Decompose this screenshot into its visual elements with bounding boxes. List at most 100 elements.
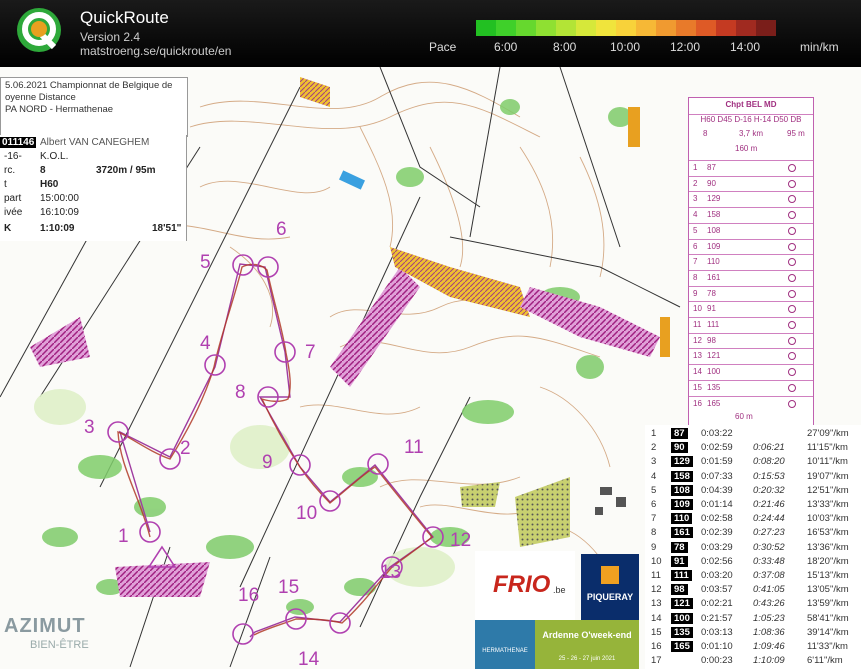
control-number-label: 10: [296, 503, 318, 524]
split-times-table: 1 87 0:03:22 27'09"/km 2 90 0:02:59 0:06:21 11'1…: [645, 425, 861, 669]
split-n: 13: [651, 598, 662, 610]
ad-frio-suffix: .be: [553, 585, 566, 595]
ad-hermathenae-text: HERMATHENAE: [482, 648, 528, 654]
split-row: 11 111 0:03:20 0:37:08 15'13"/km: [645, 569, 861, 585]
control-number-label: 7: [305, 342, 316, 363]
pace-color-segment: [696, 20, 716, 36]
pace-label: Pace: [429, 40, 457, 54]
split-pace: 13'36"/km: [807, 541, 849, 553]
cdesc-row-code: 158: [707, 210, 721, 220]
pace-color-segment: [676, 20, 696, 36]
split-code: 91: [671, 555, 688, 567]
split-pace: 19'07"/km: [807, 470, 849, 482]
pace-tick: 12:00: [670, 40, 701, 54]
cdesc-row: 6 109: [689, 238, 813, 256]
split-code: 158: [671, 470, 693, 482]
event-line-3: PA NORD - Hermathenae: [5, 104, 114, 115]
runner-club: K.O.L.: [40, 151, 69, 162]
split-row: 7 110 0:02:58 0:24:44 10'03"/km: [645, 512, 861, 528]
cdesc-row-code: 121: [707, 351, 721, 361]
control-number-label: 12: [450, 530, 472, 551]
split-code: 78: [671, 541, 688, 553]
split-leg: 0:03:22: [701, 428, 733, 439]
app-url[interactable]: matstroeng.se/quickroute/en: [80, 44, 231, 58]
cdesc-row-number: 16: [693, 398, 702, 408]
split-row: 6 109 0:01:14 0:21:46 13'33"/km: [645, 498, 861, 514]
control-number-label: 5: [200, 252, 211, 273]
orienteering-map[interactable]: 1 2 3 4 5 6 7 8 9 10 11 12 13 14 15 16 5.06.2021 Champi…: [0, 67, 861, 669]
runner-row-label: t: [4, 179, 7, 190]
split-n: 4: [651, 470, 657, 482]
split-row: 3 129 0:01:59 0:08:20 10'11"/km: [645, 455, 861, 471]
runner-row-label: part: [4, 193, 22, 204]
split-leg: 0:03:13: [701, 626, 733, 638]
split-leg: 0:02:59: [701, 442, 733, 454]
split-leg: 0:01:10: [701, 641, 733, 652]
split-n: 15: [651, 626, 662, 638]
cdesc-row: 1 87: [689, 160, 813, 177]
control-number-label: 6: [276, 219, 287, 240]
split-pace: 11'33"/km: [807, 641, 848, 652]
split-pace: 16'53"/km: [807, 527, 849, 539]
pace-color-segment: [756, 20, 776, 36]
cdesc-row: 3 129: [689, 191, 813, 208]
cdesc-climb: 95 m: [787, 129, 805, 138]
cdesc-row-number: 2: [693, 178, 698, 188]
control-number-label: 2: [180, 438, 191, 459]
split-row: 13 121 0:02:21 0:43:26 13'59"/km: [645, 597, 861, 613]
split-cum: 0:08:20: [753, 456, 785, 468]
runner-name: Albert VAN CANEGHEM: [40, 137, 150, 148]
split-n: 17: [651, 655, 662, 667]
runner-row-value: H60: [40, 179, 59, 190]
pace-color-segment: [576, 20, 596, 36]
cdesc-start-distance: 160 m: [735, 144, 758, 153]
cdesc-row: 10 91: [689, 301, 813, 318]
pace-unit: min/km: [800, 40, 839, 54]
feature-symbol-icon: [788, 258, 796, 267]
cdesc-row-code: 90: [707, 178, 716, 188]
split-n: 6: [651, 499, 657, 510]
split-n: 14: [651, 612, 662, 624]
control-number-label: 13: [380, 562, 402, 583]
event-info-box: 5.06.2021 Championnat de Belgique de oye…: [0, 77, 188, 137]
split-cum: 0:37:08: [753, 570, 785, 581]
split-leg: 0:02:21: [701, 598, 733, 610]
split-cum: 0:24:44: [753, 513, 785, 525]
split-pace: 10'03"/km: [807, 513, 849, 525]
runner-row-value: 8: [40, 165, 46, 176]
cdesc-row-code: 109: [707, 241, 721, 251]
split-row: 10 91 0:02:56 0:33:48 18'20"/km: [645, 555, 861, 571]
split-code: 111: [671, 570, 692, 581]
pace-tick: 14:00: [730, 40, 761, 54]
split-code: 109: [671, 499, 693, 510]
ad-ardenne-dates: 25 - 26 - 27 juin 2021: [558, 656, 616, 662]
cdesc-row: 8 161: [689, 269, 813, 287]
split-pace: 12'51"/km: [807, 484, 849, 496]
feature-symbol-icon: [788, 383, 796, 392]
split-n: 10: [651, 555, 662, 567]
split-cum: 1:08:36: [753, 626, 785, 638]
cdesc-row: 16 165: [689, 395, 813, 413]
app-header: QuickRoute Version 2.4 matstroeng.se/qui…: [0, 0, 861, 67]
pace-color-segment: [616, 20, 636, 36]
split-cum: 0:20:32: [753, 484, 785, 496]
split-pace: 27'09"/km: [807, 428, 849, 439]
split-cum: 0:15:53: [753, 470, 785, 482]
control-number-label: 11: [404, 437, 424, 458]
ad-piqueray-text: PIQUERAY: [586, 592, 634, 602]
ad-ardenne: Ardenne O'week-end 25 - 26 - 27 juin 202…: [535, 620, 639, 669]
cdesc-row-code: 161: [707, 272, 721, 282]
control-number-label: 4: [200, 333, 211, 354]
cdesc-row: 12 98: [689, 332, 813, 350]
feature-symbol-icon: [788, 195, 796, 204]
split-row: 9 78 0:03:29 0:30:52 13'36"/km: [645, 541, 861, 557]
pace-color-segment: [496, 20, 516, 36]
split-pace: 39'14"/km: [807, 626, 849, 638]
pace-color-segment: [716, 20, 736, 36]
split-row: 2 90 0:02:59 0:06:21 11'15"/km: [645, 441, 861, 457]
event-line-2: oyenne Distance: [5, 92, 76, 103]
split-cum: 1:05:23: [753, 612, 785, 624]
split-row: 1 87 0:03:22 27'09"/km: [645, 427, 861, 443]
cdesc-row: 11 111: [689, 317, 813, 334]
cdesc-row-number: 5: [693, 225, 698, 235]
